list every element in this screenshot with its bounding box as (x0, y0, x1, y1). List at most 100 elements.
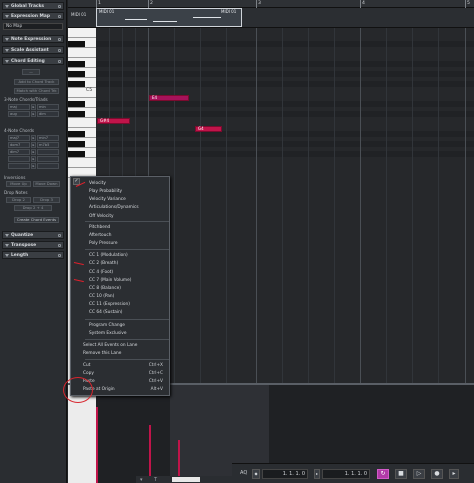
chord-arrow-icon[interactable]: ▸ (31, 142, 36, 148)
record-button[interactable]: ● (431, 469, 443, 479)
menu-item-off-velocity[interactable]: Off Velocity (71, 213, 169, 220)
white-key[interactable] (68, 28, 96, 38)
drop-3-button[interactable]: Drop 3 (33, 197, 60, 203)
white-key[interactable] (68, 158, 96, 168)
match-with-chord-track-button[interactable]: Match with Chord Trk (14, 88, 59, 94)
section-note-expression[interactable]: Note Expression (2, 35, 64, 43)
black-key[interactable] (68, 71, 85, 77)
menu-item-cut[interactable]: Cut Ctrl+X (71, 362, 169, 369)
ruler-bar-number: 3 (258, 1, 261, 6)
menu-item-velocity[interactable]: Velocity (71, 180, 169, 187)
menu-item-cc7[interactable]: CC 7 (Main Volume) (71, 277, 169, 284)
play-button[interactable]: ▷ (413, 469, 425, 479)
menu-item-articulations-dynamics[interactable]: Articulations/Dynamics (71, 204, 169, 211)
chord-maj-button[interactable]: maj (8, 104, 30, 110)
left-locator[interactable]: 1. 1. 1. 0 (262, 469, 308, 479)
chord-aug-button[interactable]: aug (8, 111, 30, 117)
menu-item-select-all-events[interactable]: Select All Events on Lane (71, 342, 169, 349)
auto-quantize-label[interactable]: AQ (240, 470, 247, 476)
black-key[interactable] (68, 41, 85, 47)
menu-item-cc2[interactable]: CC 2 (Breath) (71, 260, 169, 267)
velocity-bar[interactable] (149, 425, 151, 483)
lane-setup-icon[interactable]: ▾ (140, 477, 143, 483)
menu-item-play-probability[interactable]: Play Probability (71, 188, 169, 195)
midi-part[interactable]: MIDI 01 MIDI 01 (96, 8, 242, 27)
lane-scroll-thumb[interactable] (172, 477, 200, 482)
move-up-button[interactable]: Move Up (6, 181, 31, 187)
menu-item-velocity-variance[interactable]: Velocity Variance (71, 196, 169, 203)
chord-empty-button[interactable] (37, 163, 59, 169)
menu-item-remove-lane[interactable]: Remove this Lane (71, 350, 169, 357)
menu-item-cc64[interactable]: CC 64 (Sustain) (71, 309, 169, 316)
section-expression-map[interactable]: Expression Map (2, 12, 64, 20)
black-key[interactable] (68, 101, 85, 107)
chord-empty-button[interactable] (8, 163, 30, 169)
drop-2-4-button[interactable]: Drop 2 + 4 (14, 205, 52, 211)
bar-tick (360, 0, 361, 8)
menu-item-cc8[interactable]: CC 8 (Balance) (71, 285, 169, 292)
chord-arrow-icon[interactable]: ▸ (31, 149, 36, 155)
chord-arrow-icon[interactable]: ▸ (31, 135, 36, 141)
chord-empty-button[interactable] (37, 156, 59, 162)
chord-empty-button[interactable] (37, 149, 59, 155)
menu-item-cc1[interactable]: CC 1 (Modulation) (71, 252, 169, 259)
menu-item-cc10[interactable]: CC 10 (Pan) (71, 293, 169, 300)
section-quantize[interactable]: Quantize (2, 231, 64, 239)
note-g-sharp-4[interactable]: G#4 (97, 118, 130, 124)
chord-edit-dash-button[interactable]: — (22, 69, 40, 75)
menu-item-program-change[interactable]: Program Change (71, 322, 169, 329)
white-key[interactable] (68, 48, 96, 58)
chord-arrow-icon[interactable]: ▸ (31, 163, 36, 169)
white-key[interactable] (68, 118, 96, 128)
drop-2-button[interactable]: Drop 2 (6, 197, 31, 203)
lane-text-icon[interactable]: T (154, 477, 157, 483)
expression-map-select[interactable]: No Map (3, 23, 63, 30)
chord-maj7-button[interactable]: maj7 (8, 135, 30, 141)
menu-shortcut: Alt+V (150, 387, 163, 392)
stop-button[interactable]: ■ (395, 469, 407, 479)
menu-item-aftertouch[interactable]: Aftertouch (71, 232, 169, 239)
menu-item-cc11[interactable]: CC 11 (Expression) (71, 301, 169, 308)
chord-dim-button[interactable]: dim (37, 111, 59, 117)
chord-arrow-icon[interactable]: ▸ (31, 104, 36, 110)
expand-triangle-icon (5, 48, 9, 52)
chord-empty-button[interactable] (8, 156, 30, 162)
menu-item-system-exclusive[interactable]: System Exclusive (71, 330, 169, 337)
chord-m7b5-button[interactable]: m7b5 (37, 142, 59, 148)
chord-min7-button[interactable]: min7 (37, 135, 59, 141)
black-key[interactable] (68, 81, 85, 87)
velocity-bar[interactable] (96, 407, 98, 483)
note-e4[interactable]: E4 (149, 95, 189, 101)
section-chord-editing[interactable]: Chord Editing (2, 57, 64, 65)
chord-arrow-icon[interactable]: ▸ (31, 156, 36, 162)
add-to-chord-track-button[interactable]: Add to Chord Track (14, 79, 59, 85)
ruler[interactable]: 1 2 3 4 5 (68, 0, 474, 8)
expand-triangle-icon (5, 59, 9, 63)
menu-item-poly-pressure[interactable]: Poly Pressure (71, 240, 169, 247)
black-key[interactable] (68, 61, 85, 67)
black-key[interactable] (68, 151, 85, 157)
create-chord-events-button[interactable]: Create Chord Events (14, 217, 59, 223)
section-global-tracks[interactable]: Global Tracks (2, 2, 64, 10)
section-scale-assistant[interactable]: Scale Assistant (2, 46, 64, 54)
chord-dom7-button[interactable]: dom7 (8, 142, 30, 148)
right-locator[interactable]: 1. 1. 1. 0 (322, 469, 370, 479)
pin-icon (58, 60, 61, 63)
black-key[interactable] (68, 111, 85, 117)
menu-item-pitchbend[interactable]: Pitchbend (71, 224, 169, 231)
locator-arrow-icon[interactable]: ▸ (314, 469, 320, 479)
section-transpose[interactable]: Transpose (2, 241, 64, 249)
chord-dim7-button[interactable]: dim7 (8, 149, 30, 155)
section-length[interactable]: Length (2, 251, 64, 259)
cycle-button[interactable]: ↻ (377, 469, 389, 479)
move-down-button[interactable]: Move Down (33, 181, 60, 187)
marker-icon[interactable]: ◆ (252, 469, 260, 479)
chord-min-button[interactable]: min (37, 104, 59, 110)
chord-arrow-icon[interactable]: ▸ (31, 111, 36, 117)
menu-item-cc4[interactable]: CC 4 (Foot) (71, 269, 169, 276)
note-g4[interactable]: G4 (195, 126, 222, 132)
menu-item-copy[interactable]: Copy Ctrl+C (71, 370, 169, 377)
black-key[interactable] (68, 131, 85, 137)
black-key[interactable] (68, 141, 85, 147)
more-icon[interactable]: ▸ (449, 469, 459, 479)
